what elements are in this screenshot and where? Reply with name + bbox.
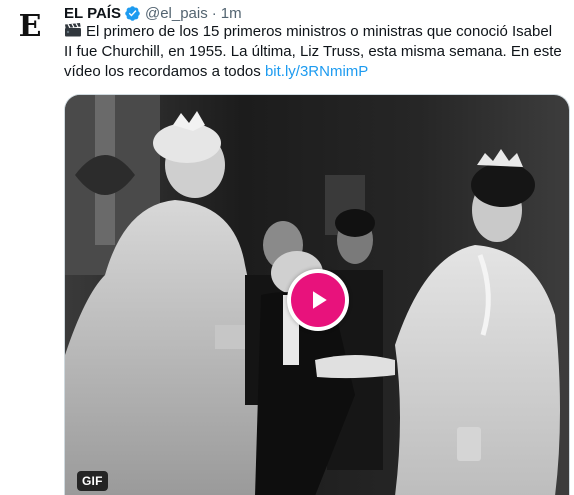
verified-badge-icon [124, 5, 141, 22]
play-button[interactable] [287, 269, 349, 331]
author-name[interactable]: EL PAÍS [64, 5, 121, 22]
gif-badge: GIF [77, 471, 108, 491]
clapper-board-icon [64, 23, 82, 37]
avatar[interactable]: E [12, 9, 48, 45]
tweet-link[interactable]: bit.ly/3RNmimP [265, 63, 368, 80]
timestamp[interactable]: 1m [221, 5, 242, 22]
play-icon [291, 273, 345, 327]
tweet[interactable]: E EL PAÍS @el_pais · 1m El primero de lo… [0, 0, 574, 495]
separator-dot: · [211, 4, 217, 22]
tweet-header: EL PAÍS @el_pais · 1m [64, 3, 242, 23]
el-pais-logo: E [18, 9, 42, 44]
author-handle[interactable]: @el_pais [145, 5, 208, 22]
video-media[interactable]: GIF [64, 94, 570, 495]
tweet-text: El primero de los 15 primeros ministros … [64, 22, 564, 82]
